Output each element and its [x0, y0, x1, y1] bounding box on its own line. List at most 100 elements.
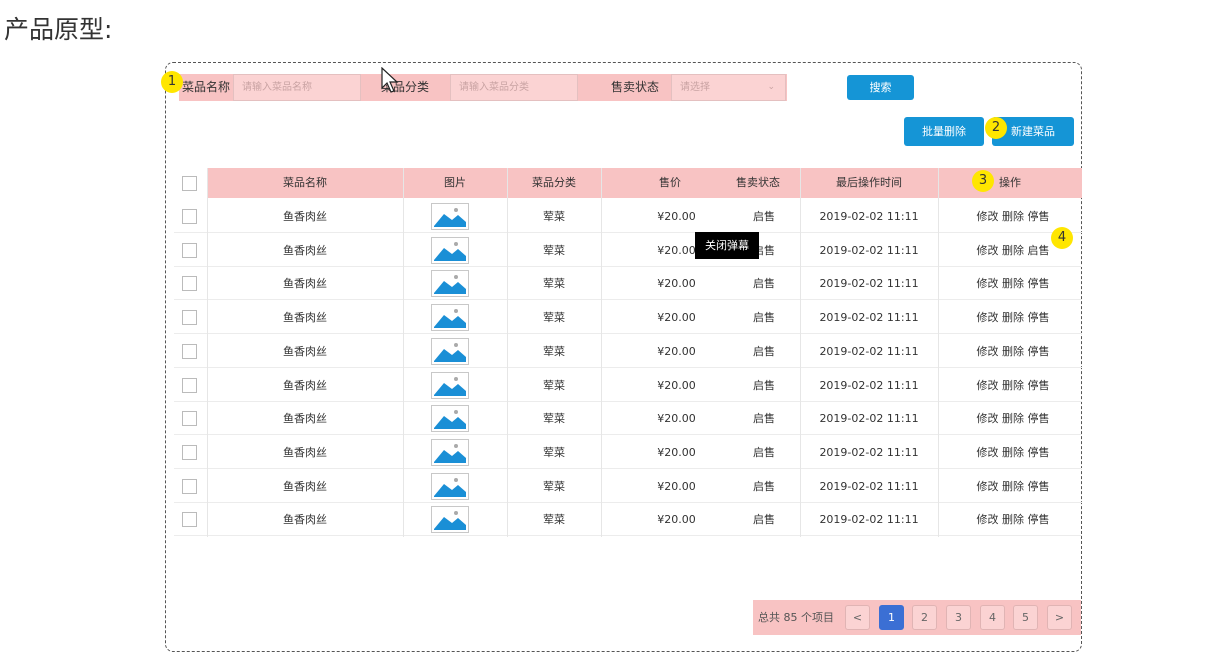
delete-link[interactable]: 删除 [1002, 311, 1024, 324]
column-divider [601, 168, 602, 537]
dish-name: 鱼香肉丝 [283, 243, 327, 257]
dish-name: 鱼香肉丝 [283, 344, 327, 358]
edit-link[interactable]: 修改 [977, 210, 999, 223]
row-checkbox[interactable] [182, 512, 197, 528]
row-actions: 修改 删除 停售 [938, 335, 1088, 368]
toggle-sale-link[interactable]: 停售 [1028, 446, 1050, 459]
close-danmaku-tooltip[interactable]: 关闭弹幕 [695, 232, 759, 259]
dish-image-placeholder-icon [431, 405, 469, 433]
header-category: 菜品分类 [532, 176, 576, 189]
edit-link[interactable]: 修改 [977, 412, 999, 425]
dish-image-placeholder-icon [431, 236, 469, 264]
prev-page-button[interactable]: < [845, 605, 870, 630]
dish-status: 启售 [753, 445, 775, 459]
edit-link[interactable]: 修改 [977, 244, 999, 257]
row-actions: 修改 删除 停售 [938, 470, 1088, 503]
edit-link[interactable]: 修改 [977, 345, 999, 358]
dish-image-placeholder-icon [431, 304, 469, 332]
toggle-sale-link[interactable]: 启售 [1028, 244, 1050, 257]
toggle-sale-link[interactable]: 停售 [1028, 311, 1050, 324]
page-button-4[interactable]: 4 [980, 605, 1005, 630]
dish-image-placeholder-icon [431, 438, 469, 466]
delete-link[interactable]: 删除 [1002, 210, 1024, 223]
row-actions: 修改 删除 停售 [938, 267, 1088, 300]
row-checkbox[interactable] [182, 209, 197, 224]
filter-bar: 菜品名称 请输入菜品名称 菜品分类 请输入菜品分类 售卖状态 请选择 ⌄ [179, 74, 787, 101]
row-checkbox[interactable] [182, 343, 197, 359]
last-operation-time: 2019-02-02 11:11 [819, 243, 919, 257]
row-checkbox[interactable] [182, 377, 197, 393]
last-operation-time: 2019-02-02 11:11 [819, 445, 919, 459]
header-status: 售卖状态 [736, 176, 780, 189]
toggle-sale-link[interactable]: 停售 [1028, 513, 1050, 526]
toggle-sale-link[interactable]: 停售 [1028, 210, 1050, 223]
dish-category: 荤菜 [543, 243, 565, 257]
delete-link[interactable]: 删除 [1002, 277, 1024, 290]
delete-link[interactable]: 删除 [1002, 244, 1024, 257]
toggle-sale-link[interactable]: 停售 [1028, 277, 1050, 290]
row-checkbox[interactable] [182, 242, 197, 258]
dish-category: 荤菜 [543, 378, 565, 392]
row-checkbox[interactable] [182, 478, 197, 494]
delete-link[interactable]: 删除 [1002, 412, 1024, 425]
page-button-1[interactable]: 1 [879, 605, 904, 630]
row-actions: 修改 删除 停售 [938, 436, 1088, 469]
column-divider [403, 168, 404, 537]
select-all-checkbox[interactable] [182, 176, 197, 191]
table-row: 鱼香肉丝 荤菜 ¥20.00 启售 2019-02-02 11:11 修改 删除 停售 [174, 402, 1082, 436]
toggle-sale-link[interactable]: 停售 [1028, 412, 1050, 425]
batch-delete-button[interactable]: 批量删除 [904, 117, 984, 146]
header-actions: 操作 [999, 176, 1021, 189]
dish-image-placeholder-icon [431, 506, 469, 534]
delete-link[interactable]: 删除 [1002, 446, 1024, 459]
sale-status-label: 售卖状态 [611, 80, 660, 94]
dish-image-placeholder-icon [431, 203, 469, 230]
edit-link[interactable]: 修改 [977, 277, 999, 290]
page-button-3[interactable]: 3 [946, 605, 971, 630]
dish-status: 启售 [753, 311, 775, 325]
edit-link[interactable]: 修改 [977, 379, 999, 392]
table-row: 鱼香肉丝 荤菜 ¥20.00 启售 2019-02-02 11:11 修改 删除 停售 [174, 470, 1082, 503]
next-page-button[interactable]: > [1047, 605, 1072, 630]
edit-link[interactable]: 修改 [977, 446, 999, 459]
last-operation-time: 2019-02-02 11:11 [819, 210, 919, 223]
last-operation-time: 2019-02-02 11:11 [819, 412, 919, 426]
toggle-sale-link[interactable]: 停售 [1028, 379, 1050, 392]
table-row: 鱼香肉丝 荤菜 ¥20.00 启售 2019-02-02 11:11 修改 删除 停售 [174, 436, 1082, 469]
header-last-time: 最后操作时间 [836, 176, 902, 189]
dish-name-input[interactable]: 请输入菜品名称 [233, 74, 361, 101]
dish-category: 荤菜 [543, 445, 565, 459]
dish-category-input[interactable]: 请输入菜品分类 [450, 74, 578, 101]
annotation-marker: 4 [1051, 227, 1073, 249]
row-actions: 修改 删除 停售 [938, 301, 1088, 334]
table-row: 鱼香肉丝 荤菜 ¥20.00 启售 2019-02-02 11:11 修改 删除 停售 [174, 369, 1082, 402]
delete-link[interactable]: 删除 [1002, 480, 1024, 493]
dish-image-placeholder-icon [431, 371, 469, 399]
dish-status: 启售 [753, 412, 775, 426]
toggle-sale-link[interactable]: 停售 [1028, 480, 1050, 493]
row-checkbox[interactable] [182, 444, 197, 460]
edit-link[interactable]: 修改 [977, 513, 999, 526]
last-operation-time: 2019-02-02 11:11 [819, 311, 919, 325]
delete-link[interactable]: 删除 [1002, 513, 1024, 526]
edit-link[interactable]: 修改 [977, 480, 999, 493]
delete-link[interactable]: 删除 [1002, 345, 1024, 358]
dish-category: 荤菜 [543, 210, 565, 223]
table-row: 鱼香肉丝 荤菜 ¥20.00 启售 2019-02-02 11:11 修改 删除 停售 [174, 503, 1082, 537]
sale-status-select[interactable]: 请选择 ⌄ [671, 74, 786, 101]
dish-name: 鱼香肉丝 [283, 445, 327, 459]
dish-status: 启售 [753, 210, 775, 223]
toggle-sale-link[interactable]: 停售 [1028, 345, 1050, 358]
delete-link[interactable]: 删除 [1002, 379, 1024, 392]
table-row: 鱼香肉丝 荤菜 ¥20.00 启售 2019-02-02 11:11 修改 删除 启售 [174, 234, 1082, 267]
row-checkbox[interactable] [182, 276, 197, 292]
header-image: 图片 [444, 176, 466, 189]
row-checkbox[interactable] [182, 411, 197, 427]
edit-link[interactable]: 修改 [977, 311, 999, 324]
dish-name: 鱼香肉丝 [283, 479, 327, 493]
page-heading: 产品原型: [4, 15, 113, 44]
page-button-2[interactable]: 2 [912, 605, 937, 630]
row-checkbox[interactable] [182, 310, 197, 326]
search-button[interactable]: 搜索 [847, 75, 914, 100]
page-button-5[interactable]: 5 [1013, 605, 1038, 630]
